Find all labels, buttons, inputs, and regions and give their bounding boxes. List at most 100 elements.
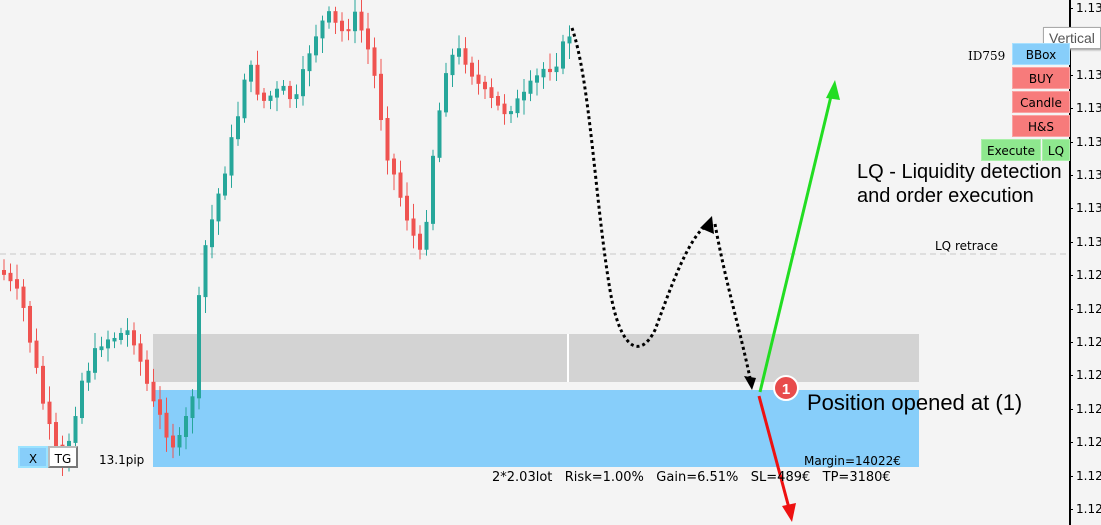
bull-candle — [528, 80, 533, 94]
price-tick: 1.13 — [1069, 101, 1101, 115]
bear-candle — [47, 401, 52, 425]
bear-candle — [502, 103, 507, 115]
bear-candle — [418, 233, 422, 250]
price-tick-label: 1.12 — [1076, 268, 1101, 283]
tg-button[interactable]: TG — [48, 446, 78, 468]
bull-candle — [125, 330, 130, 335]
bear-candle — [54, 422, 58, 447]
bull-candle — [268, 95, 273, 101]
bull-candle — [515, 98, 520, 114]
price-chart[interactable]: 1 — [0, 0, 1069, 525]
bear-candle — [158, 399, 162, 415]
bear-candle — [28, 305, 32, 343]
price-tick: 1.12 — [1069, 402, 1101, 416]
bull-candle — [444, 73, 448, 113]
bull-candle — [210, 219, 214, 248]
bear-candle — [132, 330, 136, 346]
bear-candle — [333, 11, 338, 23]
bull-candle — [93, 348, 97, 373]
lq-button[interactable]: LQ — [1042, 139, 1070, 161]
bear-candle — [366, 28, 370, 50]
bull-candle — [281, 85, 286, 91]
bear-candle — [405, 195, 409, 221]
price-tick-label: 1.12 — [1076, 502, 1101, 516]
bear-candle — [346, 29, 351, 32]
projection-path — [570, 27, 752, 379]
bear-candle — [548, 68, 552, 73]
bear-candle — [8, 272, 13, 282]
price-tick-label: 1.13 — [1076, 134, 1101, 149]
price-tick-label: 1.12 — [1076, 468, 1101, 483]
bear-candle — [262, 92, 266, 101]
bull-candle — [561, 41, 565, 69]
bear-candle — [171, 435, 175, 448]
execute-button[interactable]: Execute — [981, 139, 1041, 161]
annotation-line2: and order execution — [857, 185, 1034, 207]
price-tick-label: 1.13 — [1076, 234, 1101, 249]
bull-candle — [554, 66, 559, 73]
position-label: Position opened at (1) — [807, 390, 1023, 415]
buy-button[interactable]: BUY — [1012, 67, 1070, 89]
bull-candle — [431, 155, 435, 224]
bull-candle — [301, 69, 305, 97]
bear-candle — [340, 20, 344, 32]
bear-candle — [392, 158, 396, 175]
price-tick-label: 1.13 — [1076, 1, 1101, 15]
id-label: ID759 — [968, 49, 1006, 63]
bull-candle — [424, 221, 429, 250]
bear-candle — [164, 412, 169, 438]
bear-candle — [470, 62, 474, 77]
bull-candle — [80, 380, 84, 419]
bear-candle — [255, 64, 260, 95]
price-tick: 1.13 — [1069, 134, 1101, 149]
bear-candle — [483, 81, 487, 90]
bull-candle — [242, 79, 247, 119]
price-tick-label: 1.13 — [1076, 201, 1101, 216]
bear-candle — [476, 74, 481, 84]
bear-candle — [2, 270, 6, 275]
bull-candle — [353, 11, 357, 32]
bull-candle — [112, 337, 117, 342]
bull-candle — [275, 88, 279, 98]
bull-candle — [327, 11, 331, 23]
price-tick: 1.12 — [1069, 468, 1101, 483]
bear-candle — [463, 48, 468, 65]
bear-candle — [411, 218, 416, 236]
candle-button[interactable]: Candle — [1012, 91, 1070, 113]
tp-arrow-head — [826, 80, 840, 100]
bull-candle — [73, 416, 78, 443]
bull-candle — [203, 245, 208, 298]
trade-summary: 2*2.03lot Risk=1.00% Gain=6.51% SL=489€ … — [492, 470, 891, 485]
price-tick: 1.13 — [1069, 234, 1101, 249]
price-tick: 1.12 — [1069, 502, 1101, 516]
bull-candle — [249, 64, 253, 82]
bull-candle — [177, 435, 182, 448]
bull-candle — [567, 36, 572, 44]
price-tick: 1.13 — [1069, 201, 1101, 216]
bull-candle — [314, 36, 318, 56]
bull-candle — [541, 68, 546, 78]
price-tick: 1.12 — [1069, 368, 1101, 382]
bull-candle — [229, 137, 234, 176]
bull-candle — [106, 339, 110, 349]
bear-candle — [21, 286, 26, 308]
bbox-button[interactable]: BBox — [1012, 43, 1070, 65]
bull-candle — [86, 370, 91, 383]
pip-label: 13.1pip — [99, 453, 145, 467]
bull-candle — [119, 332, 123, 340]
bull-candle — [223, 173, 227, 196]
bear-candle — [398, 172, 403, 198]
bear-candle — [138, 343, 143, 362]
price-tick: 1.12 — [1069, 268, 1101, 283]
x-button[interactable]: X — [18, 446, 48, 468]
price-tick: 1.13 — [1069, 1, 1101, 15]
bull-candle — [197, 295, 201, 399]
bear-candle — [34, 340, 39, 368]
price-tick: 1.13 — [1069, 168, 1101, 182]
hs-button[interactable]: H&S — [1012, 115, 1070, 137]
bear-candle — [372, 47, 377, 76]
arrow-head-up — [700, 216, 714, 234]
bear-candle — [385, 118, 390, 161]
bull-candle — [457, 48, 461, 57]
sl-arrow-head — [782, 503, 796, 522]
